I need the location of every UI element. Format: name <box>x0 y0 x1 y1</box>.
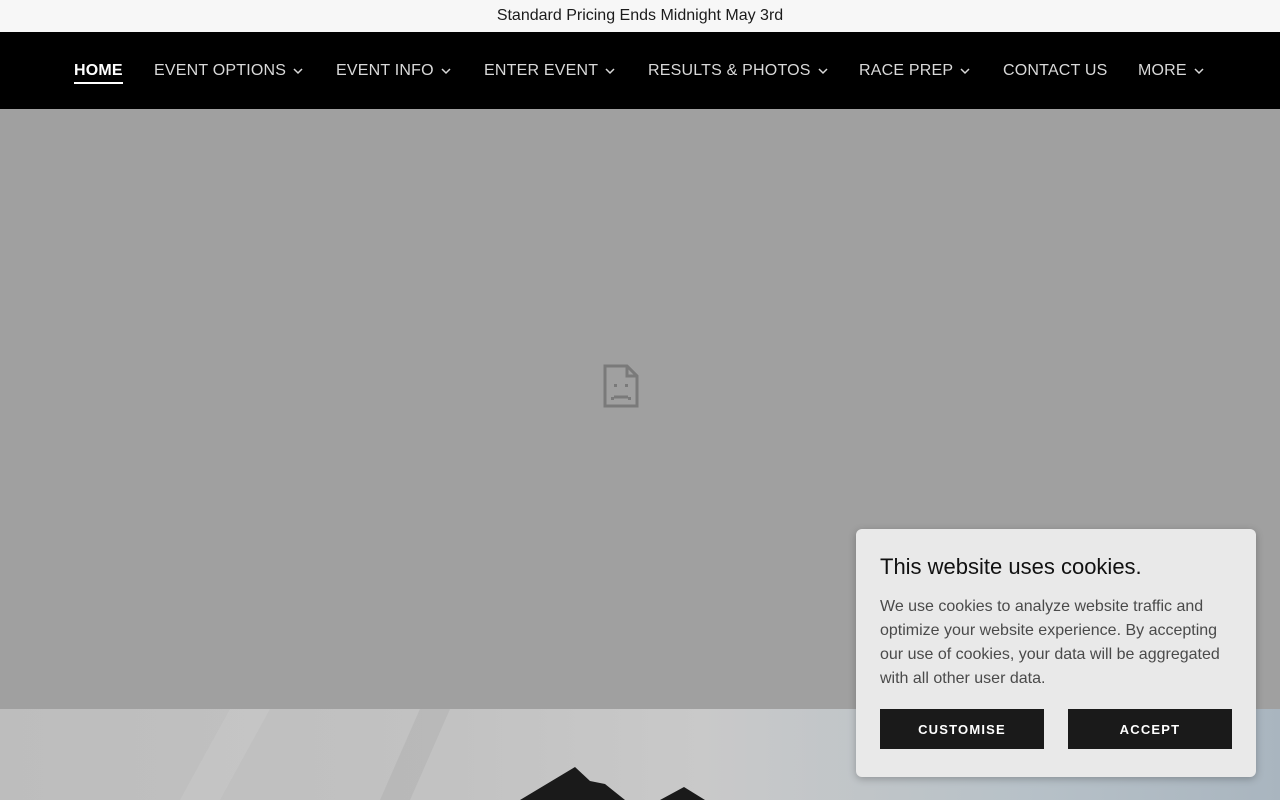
nav-item-more[interactable]: MORE <box>1138 32 1205 109</box>
nav-item-label: EVENT OPTIONS <box>154 61 287 79</box>
chevron-down-icon <box>440 65 452 77</box>
nav-item-label: CONTACT US <box>1003 61 1108 79</box>
customise-button[interactable]: CUSTOMISE <box>880 709 1044 749</box>
nav-item-label: HOME <box>74 62 123 84</box>
chevron-down-icon <box>959 65 971 77</box>
cookie-consent-dialog: This website uses cookies. We use cookie… <box>856 529 1256 777</box>
nav-item-label: MORE <box>1138 61 1187 79</box>
nav-item-enter-event[interactable]: ENTER EVENT <box>484 32 616 109</box>
nav-item-race-prep[interactable]: RACE PREP <box>859 32 971 109</box>
chevron-down-icon <box>1193 65 1205 77</box>
broken-document-icon <box>603 364 639 408</box>
nav-item-home[interactable]: HOME <box>74 32 123 109</box>
nav-item-event-options[interactable]: EVENT OPTIONS <box>154 32 304 109</box>
announcement-text: Standard Pricing Ends Midnight May 3rd <box>496 7 784 24</box>
announcement-bar: Standard Pricing Ends Midnight May 3rd <box>0 0 1280 32</box>
main-navigation: HOME EVENT OPTIONS EVENT INFO ENTER EVEN… <box>0 32 1280 109</box>
nav-item-contact-us[interactable]: CONTACT US <box>1003 32 1108 109</box>
nav-item-results-photos[interactable]: RESULTS & PHOTOS <box>648 32 829 109</box>
accept-button[interactable]: ACCEPT <box>1068 709 1232 749</box>
nav-item-label: EVENT INFO <box>336 61 434 79</box>
cookie-description: We use cookies to analyze website traffi… <box>880 598 1220 687</box>
chevron-down-icon <box>292 65 304 77</box>
nav-item-label: ENTER EVENT <box>484 61 599 79</box>
nav-item-label: RESULTS & PHOTOS <box>648 61 811 79</box>
chevron-down-icon <box>604 65 616 77</box>
nav-item-label: RACE PREP <box>859 61 954 79</box>
chevron-down-icon <box>817 65 829 77</box>
nav-item-event-info[interactable]: EVENT INFO <box>336 32 452 109</box>
cookie-title: This website uses cookies. <box>880 554 1142 579</box>
